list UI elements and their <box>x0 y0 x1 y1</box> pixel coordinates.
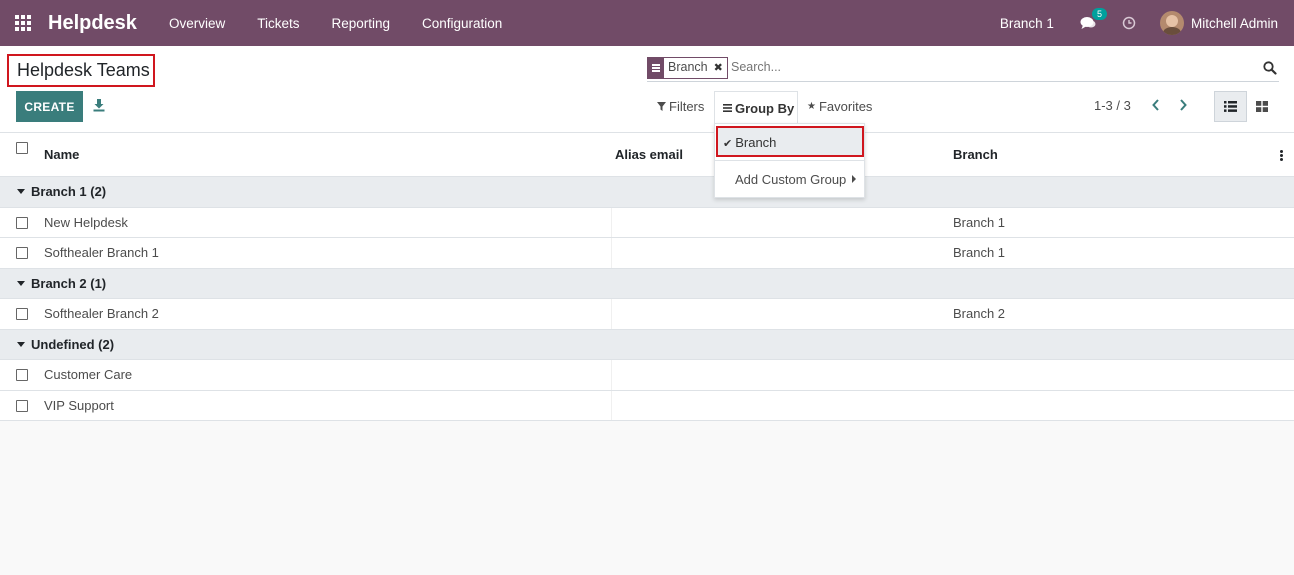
group-row-undefined[interactable]: Undefined (2) <box>0 329 1294 360</box>
kanban-view-button[interactable] <box>1247 91 1277 122</box>
search-icon <box>1263 61 1277 75</box>
checkmark-icon: ✔ <box>723 138 733 150</box>
favorites-button[interactable]: ★ Favorites <box>807 99 872 114</box>
menu-overview[interactable]: Overview <box>153 16 241 31</box>
kanban-icon <box>1256 101 1268 112</box>
groupby-label: Group By <box>735 100 795 116</box>
groupby-button[interactable]: Group By <box>714 91 798 124</box>
apps-menu-icon[interactable] <box>0 0 46 46</box>
caret-right-icon <box>852 175 856 183</box>
caret-down-icon <box>17 341 25 347</box>
cell-branch: Branch 1 <box>953 245 1006 260</box>
table-row[interactable]: Customer Care <box>0 360 1294 391</box>
pager-value[interactable]: 1-3 / 3 <box>1094 98 1131 113</box>
groupby-facet-icon <box>648 58 664 78</box>
messages-button[interactable]: 5 <box>1080 8 1107 30</box>
star-icon: ★ <box>807 101 816 112</box>
table-header-row: Name Alias email Branch <box>0 133 1294 177</box>
cell-branch: Branch 1 <box>953 214 1006 230</box>
app-title[interactable]: Helpdesk <box>48 12 137 35</box>
favorites-label: Favorites <box>818 99 873 114</box>
groupby-option-branch[interactable]: ✔ Branch <box>716 126 864 157</box>
group-label: Branch 1 (2) <box>31 184 107 199</box>
branch-switcher[interactable]: Branch 1 <box>1000 16 1054 31</box>
table-row[interactable]: New Helpdesk Branch 1 <box>0 207 1294 238</box>
cell-name: Softhealer Branch 1 <box>44 245 159 260</box>
facet-value: Branch <box>668 60 708 74</box>
activity-button[interactable] <box>1122 16 1136 30</box>
row-checkbox[interactable] <box>16 399 28 412</box>
filter-icon <box>657 102 666 111</box>
search-bar: Branch ✖ <box>647 56 1279 82</box>
cell-name: Softhealer Branch 2 <box>44 306 159 321</box>
row-checkbox[interactable] <box>16 216 28 229</box>
chevron-left-icon <box>1152 99 1159 111</box>
chevron-right-icon <box>1180 99 1187 111</box>
table-row[interactable]: Softhealer Branch 1 Branch 1 <box>0 238 1294 269</box>
caret-down-icon <box>17 280 25 286</box>
user-menu[interactable]: Mitchell Admin <box>1191 16 1278 31</box>
pager-previous-button[interactable] <box>1150 97 1162 113</box>
add-custom-group-option[interactable]: Add Custom Group <box>735 172 846 187</box>
table-row[interactable]: VIP Support <box>0 390 1294 421</box>
optional-columns-icon[interactable] <box>1280 150 1283 161</box>
page-title: Helpdesk Teams <box>7 54 155 87</box>
dropdown-divider <box>715 160 864 161</box>
search-button[interactable] <box>1263 61 1277 75</box>
filters-label: Filters <box>669 99 705 114</box>
filters-button[interactable]: Filters <box>657 99 704 114</box>
groupby-facet: Branch ✖ <box>647 57 728 79</box>
cell-name: VIP Support <box>44 397 114 413</box>
menu-tickets[interactable]: Tickets <box>241 16 315 31</box>
select-all-checkbox[interactable] <box>16 142 28 154</box>
pager-next-button[interactable] <box>1177 97 1189 113</box>
download-button[interactable] <box>93 98 105 112</box>
row-checkbox[interactable] <box>16 247 28 259</box>
row-checkbox[interactable] <box>16 369 28 381</box>
top-navbar: Helpdesk Overview Tickets Reporting Conf… <box>0 0 1294 46</box>
search-input[interactable] <box>731 60 1131 74</box>
remove-facet-icon[interactable]: ✖ <box>712 58 727 78</box>
cell-name: Customer Care <box>44 367 133 382</box>
caret-down-icon <box>17 189 25 194</box>
control-panel: Helpdesk Teams CREATE Branch ✖ Filters <box>0 46 1294 133</box>
cell-name: New Helpdesk <box>44 214 128 230</box>
list-icon <box>1224 101 1237 112</box>
group-label: Branch 2 (1) <box>31 275 107 291</box>
group-row-branch-1[interactable]: Branch 1 (2) <box>0 177 1294 208</box>
cell-branch: Branch 2 <box>953 306 1006 321</box>
row-checkbox[interactable] <box>16 308 28 320</box>
teams-list-table: Name Alias email Branch Branch 1 (2) New… <box>0 133 1294 421</box>
clock-icon <box>1122 16 1136 30</box>
column-header-alias-email[interactable]: Alias email <box>615 147 683 162</box>
group-label: Undefined (2) <box>31 336 115 352</box>
user-avatar[interactable] <box>1159 11 1184 35</box>
menu-configuration[interactable]: Configuration <box>406 16 518 31</box>
menu-reporting[interactable]: Reporting <box>315 16 406 31</box>
groupby-option-label: Branch <box>735 135 777 150</box>
groupby-icon <box>723 104 732 112</box>
table-row[interactable]: Softhealer Branch 2 Branch 2 <box>0 299 1294 330</box>
messages-count-badge: 5 <box>1091 8 1107 20</box>
create-button[interactable]: CREATE <box>16 91 83 122</box>
column-header-name[interactable]: Name <box>44 147 79 162</box>
download-icon <box>93 99 105 112</box>
group-row-branch-2[interactable]: Branch 2 (1) <box>0 268 1294 299</box>
list-view-button[interactable] <box>1214 91 1247 122</box>
groupby-dropdown: ✔ Branch Add Custom Group <box>714 123 865 198</box>
column-header-branch[interactable]: Branch <box>953 147 998 162</box>
